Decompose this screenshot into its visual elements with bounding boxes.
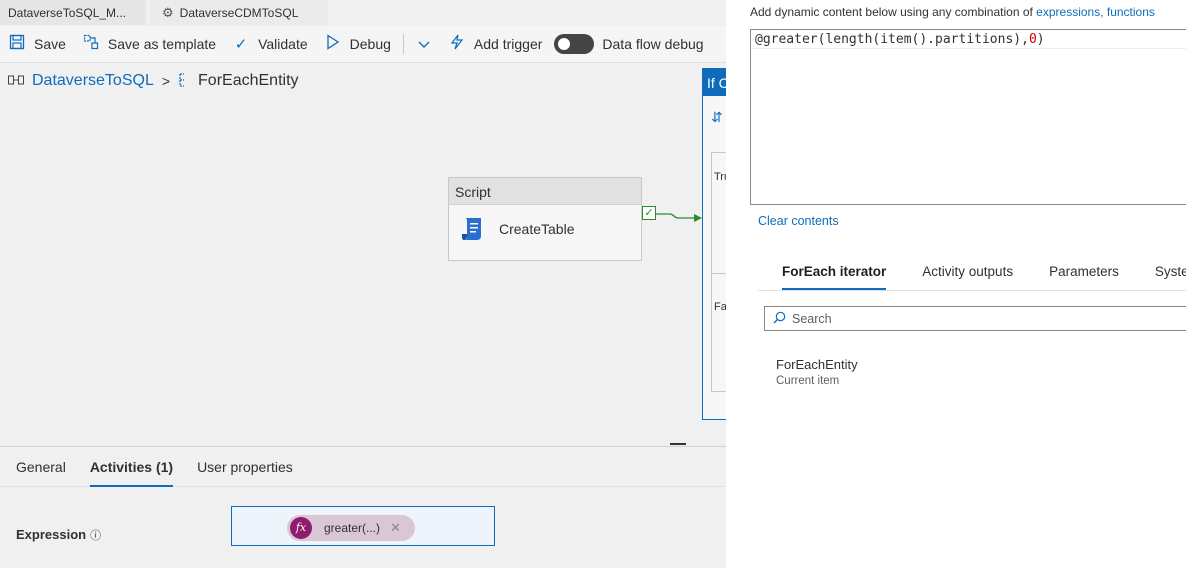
tab-activity-outputs[interactable]: Activity outputs bbox=[922, 258, 1013, 290]
pipeline-icon: ⚙ bbox=[162, 4, 174, 20]
panel-resize-handle[interactable] bbox=[670, 443, 686, 445]
save-button[interactable]: Save bbox=[0, 29, 74, 59]
activity-name: CreateTable bbox=[499, 221, 575, 237]
list-item[interactable]: ForEachEntity Current item bbox=[776, 357, 858, 387]
data-flow-debug-toggle[interactable] bbox=[554, 34, 595, 54]
list-item-title: ForEachEntity bbox=[776, 357, 858, 372]
breadcrumb-current: ForEachEntity bbox=[198, 72, 299, 89]
script-icon bbox=[459, 215, 487, 243]
branch-icon: ⇵ bbox=[711, 109, 723, 125]
toolbar: Save Save as template ✓ Validate Debug A… bbox=[0, 26, 726, 63]
properties-panel: General Activities (1) User properties E… bbox=[0, 446, 726, 568]
save-as-template-button[interactable]: Save as template bbox=[74, 29, 224, 59]
search-icon bbox=[773, 311, 786, 327]
expression-editor[interactable]: @greater(length(item().partitions),0) bbox=[750, 29, 1186, 205]
checkmark-icon: ✓ bbox=[234, 36, 248, 53]
function-icon: fx bbox=[290, 517, 312, 539]
clear-contents-link[interactable]: Clear contents bbox=[758, 214, 839, 228]
expression-label: Expression ⓘ bbox=[16, 527, 102, 542]
play-icon bbox=[324, 34, 342, 54]
document-tabs: DataverseToSQL_M... ⚙ DataverseCDMToSQL bbox=[0, 0, 726, 25]
tab-dataverse-to-sql-m[interactable]: DataverseToSQL_M... bbox=[0, 0, 146, 25]
tab-parameters[interactable]: Parameters bbox=[1049, 258, 1119, 290]
expression-pill[interactable]: fx greater(...) ✕ bbox=[287, 515, 415, 541]
tab-foreach-iterator[interactable]: ForEach iterator bbox=[782, 258, 887, 290]
expression-field[interactable]: fx greater(...) ✕ bbox=[231, 506, 495, 546]
breadcrumb-pipeline-link[interactable]: DataverseToSQL bbox=[32, 72, 154, 90]
expression-code: @greater(length(item().partitions),0) bbox=[755, 32, 1045, 47]
breadcrumb-separator: > bbox=[161, 73, 171, 89]
activity-type-label: Script bbox=[449, 178, 641, 205]
properties-tabs: General Activities (1) User properties bbox=[0, 447, 726, 487]
expression-pill-text: greater(...) bbox=[324, 521, 381, 535]
search-input[interactable] bbox=[792, 311, 1152, 326]
tab-general[interactable]: General bbox=[16, 447, 66, 486]
template-icon bbox=[82, 34, 100, 54]
script-activity-card[interactable]: Script CreateTable bbox=[448, 177, 642, 261]
tab-activities[interactable]: Activities (1) bbox=[89, 447, 174, 487]
pipeline-icon bbox=[8, 74, 24, 89]
foreach-icon bbox=[178, 72, 190, 90]
list-item-subtitle: Current item bbox=[776, 375, 840, 387]
dynamic-content-hint: Add dynamic content below using any comb… bbox=[750, 5, 1155, 19]
save-icon bbox=[8, 34, 26, 54]
lightning-icon bbox=[448, 34, 466, 54]
tab-system-variables[interactable]: System var bbox=[1155, 258, 1186, 290]
close-icon[interactable]: ✕ bbox=[390, 520, 401, 536]
toolbar-separator bbox=[402, 34, 404, 54]
activity-connector bbox=[656, 213, 702, 222]
debug-button[interactable]: Debug bbox=[316, 29, 399, 59]
tab-dataverse-cdm-to-sql[interactable]: ⚙ DataverseCDMToSQL bbox=[150, 0, 328, 25]
expressions-functions-link[interactable]: expressions, functions bbox=[1036, 5, 1155, 19]
data-flow-debug-label: Data flow debug bbox=[602, 36, 704, 52]
dynamic-content-panel: Add dynamic content below using any comb… bbox=[726, 0, 1186, 568]
success-checkbox-icon[interactable]: ✓ bbox=[642, 206, 656, 220]
dynamic-content-tabs: ForEach iterator Activity outputs Parame… bbox=[758, 258, 1186, 291]
chevron-down-icon[interactable] bbox=[408, 36, 440, 52]
breadcrumb: DataverseToSQL > ForEachEntity bbox=[8, 72, 299, 90]
tab-label: DataverseCDMToSQL bbox=[179, 5, 299, 20]
tab-label: DataverseToSQL_M... bbox=[8, 5, 127, 20]
search-box bbox=[764, 306, 1186, 331]
false-branch-label: Fa bbox=[714, 301, 727, 313]
validate-button[interactable]: ✓ Validate bbox=[224, 29, 316, 59]
tab-user-properties[interactable]: User properties bbox=[197, 447, 293, 486]
info-icon[interactable]: ⓘ bbox=[90, 530, 101, 542]
add-trigger-button[interactable]: Add trigger bbox=[440, 29, 550, 59]
